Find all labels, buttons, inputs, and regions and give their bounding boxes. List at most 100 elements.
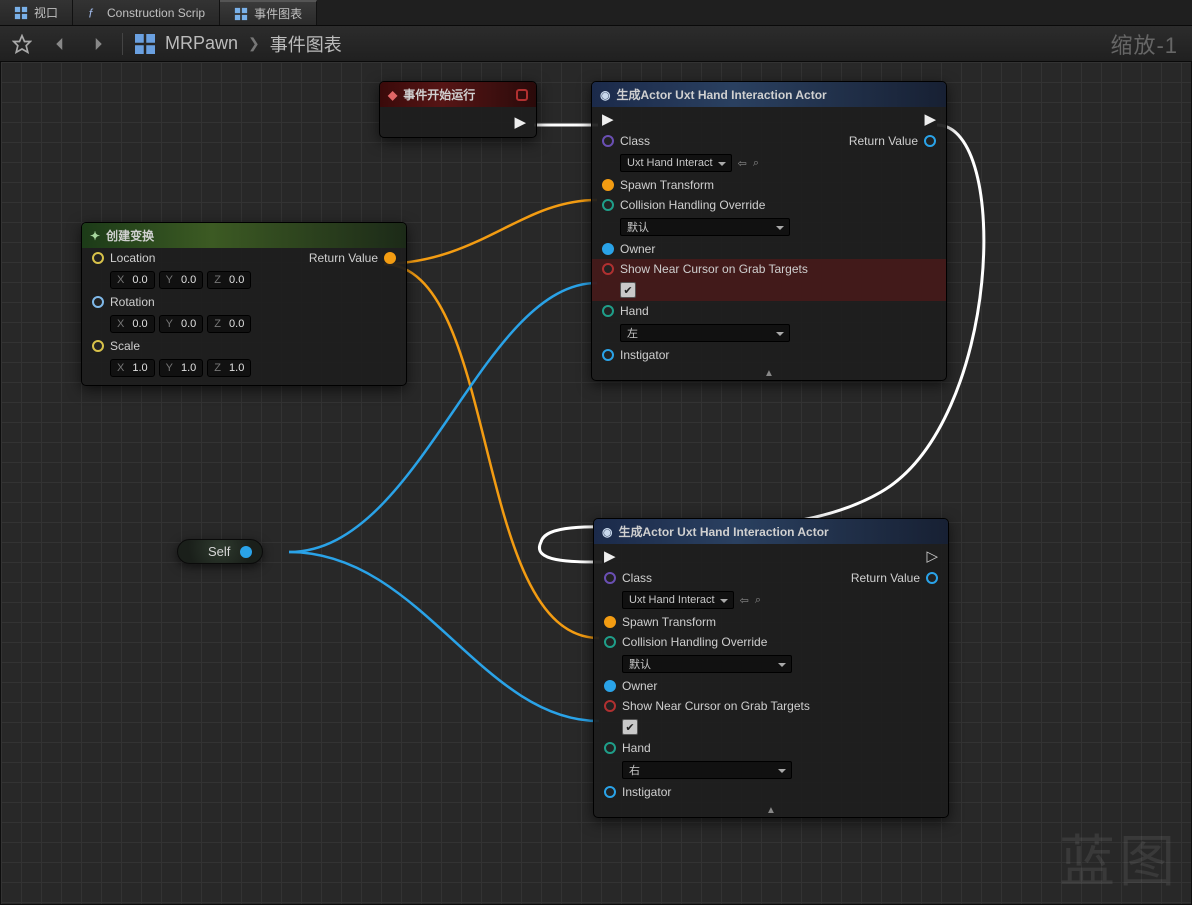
- pin-self-out[interactable]: [240, 546, 252, 558]
- pin-label: Return Value: [309, 251, 378, 265]
- expand-toggle[interactable]: [594, 805, 948, 817]
- pin-label: Rotation: [110, 295, 155, 309]
- node-make-transform[interactable]: ✦ 创建变换 Location Return Value X0.0 Y0.0 Z…: [81, 222, 407, 386]
- pin-owner[interactable]: [602, 243, 614, 255]
- hand-dropdown[interactable]: 右: [622, 761, 792, 779]
- favorite-button[interactable]: [8, 32, 36, 56]
- event-icon: ◆: [388, 88, 397, 102]
- exec-out-icon[interactable]: ▶: [514, 113, 526, 131]
- breadcrumb-blueprint[interactable]: MRPawn: [165, 33, 238, 54]
- rot-y-field[interactable]: Y0.0: [159, 315, 204, 333]
- node-title: Self: [208, 544, 230, 559]
- pin-label: Return Value: [851, 571, 920, 585]
- pin-label: Instigator: [620, 348, 669, 362]
- pin-hand[interactable]: [602, 305, 614, 317]
- zoom-indicator: 缩放-1: [1110, 28, 1184, 60]
- blueprint-watermark: 蓝图: [1059, 817, 1179, 898]
- pin-label: Spawn Transform: [622, 615, 716, 629]
- pin-instigator[interactable]: [602, 349, 614, 361]
- pin-scale[interactable]: [92, 340, 104, 352]
- rot-x-field[interactable]: X0.0: [110, 315, 155, 333]
- pin-collision[interactable]: [604, 636, 616, 648]
- pin-label: Instigator: [622, 785, 671, 799]
- pin-hand[interactable]: [604, 742, 616, 754]
- scl-y-field[interactable]: Y1.0: [159, 359, 204, 377]
- scl-x-field[interactable]: X1.0: [110, 359, 155, 377]
- pin-return-value[interactable]: [926, 572, 938, 584]
- exec-out-icon[interactable]: ▷: [926, 547, 938, 565]
- breadcrumb-graph[interactable]: 事件图表: [270, 31, 342, 57]
- pin-collision[interactable]: [602, 199, 614, 211]
- show-near-checkbox[interactable]: [620, 282, 636, 298]
- tab-viewport[interactable]: 视口: [0, 0, 73, 25]
- svg-text:f: f: [89, 6, 94, 20]
- pin-class[interactable]: [602, 135, 614, 147]
- scl-z-field[interactable]: Z1.0: [207, 359, 251, 377]
- find-icon[interactable]: ⌕: [753, 157, 759, 170]
- pin-spawn-transform[interactable]: [602, 179, 614, 191]
- class-dropdown[interactable]: Uxt Hand Interact: [620, 154, 732, 172]
- pin-label: Owner: [622, 679, 657, 693]
- nav-back-button[interactable]: [46, 32, 74, 56]
- node-self[interactable]: Self: [177, 539, 263, 564]
- blueprint-icon: [135, 34, 155, 54]
- pin-label: Location: [110, 251, 155, 265]
- graph-toolbar: MRPawn ❯ 事件图表 缩放-1: [0, 26, 1192, 62]
- pin-show-near-cursor[interactable]: [604, 700, 616, 712]
- pin-label: Show Near Cursor on Grab Targets: [622, 699, 810, 713]
- pin-show-near-cursor[interactable]: [602, 263, 614, 275]
- node-title: 创建变换: [106, 227, 154, 244]
- pin-label: Class: [620, 134, 650, 148]
- browse-icon[interactable]: ⇦: [738, 157, 747, 170]
- loc-x-field[interactable]: X0.0: [110, 271, 155, 289]
- pin-label: Scale: [110, 339, 140, 353]
- pin-label: Collision Handling Override: [622, 635, 767, 649]
- exec-in-icon[interactable]: ▶: [604, 547, 616, 565]
- rot-z-field[interactable]: Z0.0: [207, 315, 251, 333]
- class-dropdown[interactable]: Uxt Hand Interact: [622, 591, 734, 609]
- transform-icon: ✦: [90, 229, 100, 243]
- pin-class[interactable]: [604, 572, 616, 584]
- pin-label: Return Value: [849, 134, 918, 148]
- node-begin-play[interactable]: ◆ 事件开始运行 ▶: [379, 81, 537, 138]
- pin-label: Spawn Transform: [620, 178, 714, 192]
- pin-label: Hand: [622, 741, 651, 755]
- pin-location[interactable]: [92, 252, 104, 264]
- exec-out-icon[interactable]: ▶: [924, 110, 936, 128]
- event-graph-canvas[interactable]: ◆ 事件开始运行 ▶ ✦ 创建变换 Location Return Value …: [0, 62, 1192, 905]
- browse-icon[interactable]: ⇦: [740, 594, 749, 607]
- breadcrumb-separator: ❯: [248, 35, 260, 52]
- find-icon[interactable]: ⌕: [755, 594, 761, 607]
- loc-y-field[interactable]: Y0.0: [159, 271, 204, 289]
- node-title: 事件开始运行: [403, 86, 475, 103]
- pin-spawn-transform[interactable]: [604, 616, 616, 628]
- spawn-icon: ◉: [602, 525, 612, 539]
- pin-return-value[interactable]: [384, 252, 396, 264]
- collision-dropdown[interactable]: 默认: [622, 655, 792, 673]
- tab-construction[interactable]: f Construction Scrip: [73, 0, 220, 25]
- exec-in-icon[interactable]: ▶: [602, 110, 614, 128]
- show-near-checkbox[interactable]: [622, 719, 638, 735]
- delegate-pin[interactable]: [516, 89, 528, 101]
- pin-label: Collision Handling Override: [620, 198, 765, 212]
- collision-dropdown[interactable]: 默认: [620, 218, 790, 236]
- nav-forward-button[interactable]: [84, 32, 112, 56]
- loc-z-field[interactable]: Z0.0: [207, 271, 251, 289]
- tab-eventgraph[interactable]: 事件图表: [220, 0, 317, 25]
- pin-rotation[interactable]: [92, 296, 104, 308]
- pin-label: Show Near Cursor on Grab Targets: [620, 262, 808, 276]
- node-title: 生成Actor Uxt Hand Interaction Actor: [616, 86, 826, 103]
- tab-label: 视口: [34, 4, 58, 21]
- pin-label: Class: [622, 571, 652, 585]
- breadcrumb: MRPawn ❯ 事件图表: [135, 31, 342, 57]
- function-icon: f: [87, 6, 101, 20]
- pin-owner[interactable]: [604, 680, 616, 692]
- tab-label: Construction Scrip: [107, 6, 205, 20]
- hand-dropdown[interactable]: 左: [620, 324, 790, 342]
- node-spawn-actor-left[interactable]: ◉ 生成Actor Uxt Hand Interaction Actor ▶ ▶…: [591, 81, 947, 381]
- pin-return-value[interactable]: [924, 135, 936, 147]
- expand-toggle[interactable]: [592, 368, 946, 380]
- pin-instigator[interactable]: [604, 786, 616, 798]
- grid-icon: [234, 7, 248, 21]
- node-spawn-actor-right[interactable]: ◉ 生成Actor Uxt Hand Interaction Actor ▶ ▷…: [593, 518, 949, 818]
